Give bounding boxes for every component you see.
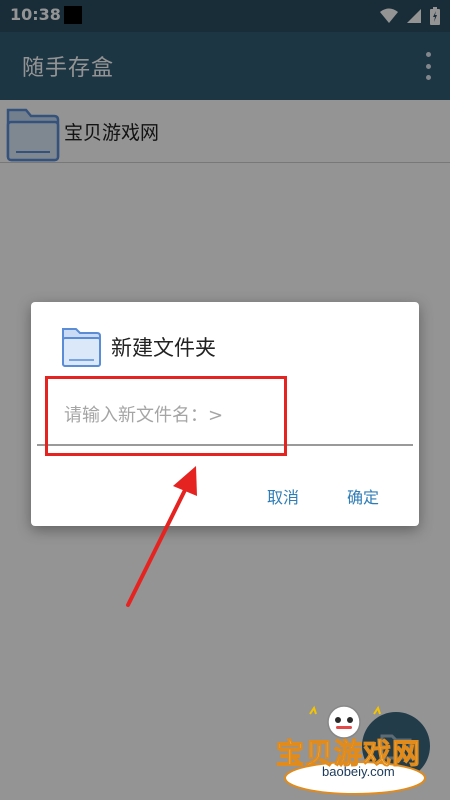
watermark-url: baobeiy.com [322, 764, 395, 779]
annotation-arrow-icon [126, 466, 197, 607]
watermark-logo: 宝贝游戏网 baobeiy.com [270, 700, 440, 795]
